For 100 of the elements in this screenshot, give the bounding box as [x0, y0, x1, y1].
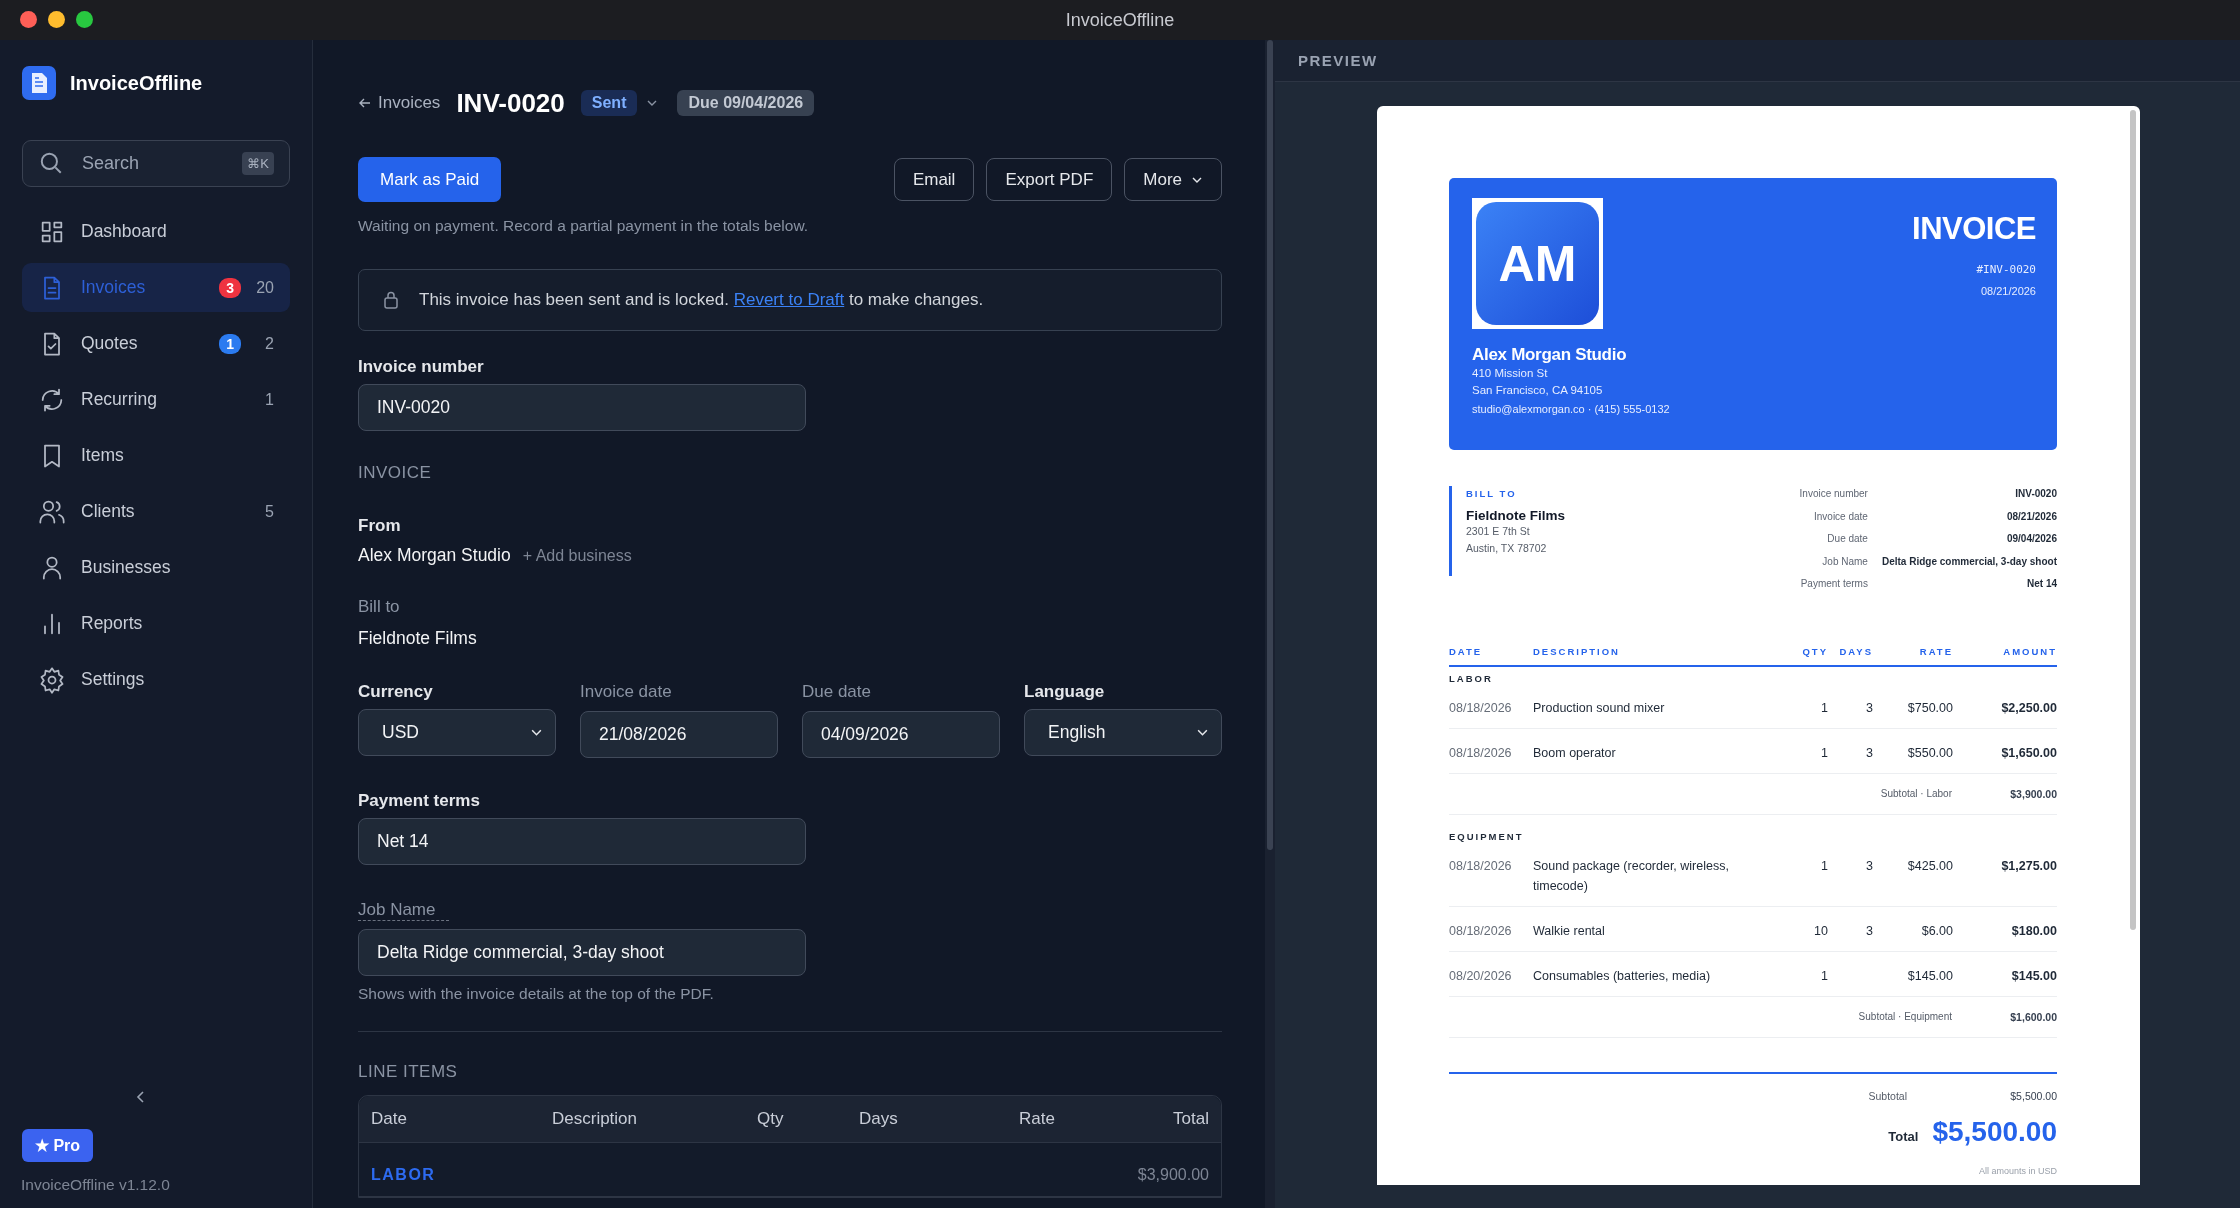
help-text: Shows with the invoice details at the top of the PDF. [358, 984, 715, 1004]
count-badge: 1 [219, 333, 241, 354]
field-label: Payment terms [358, 791, 480, 811]
document-title: INVOICE [1912, 211, 2036, 247]
pro-button[interactable]: ★ Pro [22, 1129, 94, 1162]
table-cell-text: 08/18/2026 [1449, 699, 1513, 717]
item-count: 2 [264, 334, 274, 353]
section-heading: LINE ITEMS [358, 1062, 459, 1082]
settings-icon [38, 665, 66, 694]
sidebar-item[interactable]: Businesses [22, 543, 290, 592]
address-line: Austin, TX 78702 [1466, 541, 1548, 556]
meta-value: Delta Ridge commercial, 3-day shoot [1881, 554, 2057, 569]
status-pill[interactable]: Sent [580, 90, 638, 116]
subtotal-value: $1,600.00 [2009, 1010, 2057, 1023]
table-cell: 1 [1821, 745, 1828, 760]
business-logo: AM [1472, 198, 1603, 329]
arrow-left-icon [358, 96, 372, 110]
sidebar-item[interactable]: Reports [22, 599, 290, 648]
revert-link[interactable]: Revert to Draft [733, 290, 845, 309]
subtotal-value: $5,500.00 [2009, 1089, 2057, 1102]
meta-label: Invoice date [1814, 509, 1868, 524]
meta-label: Invoice number [1799, 487, 1868, 501]
payment-terms-field[interactable]: Net 14 [358, 818, 806, 865]
invoice-title: INV-0020 [456, 87, 565, 119]
column-header: Rate [1019, 1109, 1056, 1129]
window-controls-drawing[interactable] [20, 11, 93, 28]
table-cell-text: 08/18/2026 [1449, 922, 1513, 940]
meta-value: Net 14 [2027, 577, 2057, 591]
table-cell: 3 [1866, 923, 1873, 938]
job-name-field[interactable]: Delta Ridge commercial, 3-day shoot [358, 929, 806, 976]
subtotal-value: $3,900.00 [2009, 787, 2057, 800]
column-header: Description [552, 1109, 639, 1129]
field-label: From [358, 516, 401, 536]
column-header: Total [1173, 1109, 1209, 1129]
sidebar-item[interactable]: Settings [22, 655, 290, 704]
mark-paid-button[interactable]: Mark as Paid [358, 157, 502, 202]
column-header: Date [371, 1109, 408, 1129]
table-cell-text: $2,250.00 [2000, 699, 2057, 717]
shortcut-key: ⌘K [242, 152, 274, 175]
invoice-number: #INV-0020 [1976, 263, 2036, 276]
scrollbar-thumb[interactable] [2130, 110, 2136, 930]
sidebar-item[interactable]: Clients 5 [22, 487, 290, 536]
table-cell-text: Sound package (recorder, wireless, timecode) [1533, 857, 1730, 895]
address-line: 2301 E 7th St [1466, 524, 1531, 539]
app-logo-icon [22, 66, 56, 100]
table-cell: 3 [1866, 745, 1873, 760]
lock-message: This invoice has been sent and is locked. Revert to Draft to make changes. [419, 290, 984, 310]
column-header: DATE [1449, 645, 1484, 657]
more-menu-button[interactable]: More [1124, 158, 1222, 201]
field-label: Language [1024, 682, 1105, 702]
table-cell-text: $180.00 [2010, 922, 2057, 940]
section-heading: INVOICE [358, 463, 433, 483]
sidebar-item[interactable]: Quotes 1 2 [22, 319, 290, 368]
back-link[interactable]: Invoices [358, 93, 441, 113]
select-field[interactable]: USD [358, 709, 556, 756]
column-header: AMOUNT [2002, 645, 2057, 657]
sidebar-item[interactable]: Items [22, 431, 290, 480]
meta-label: Due date [1827, 532, 1868, 546]
table-cell-text: 08/18/2026 [1449, 744, 1513, 762]
scrollbar-thumb[interactable] [1267, 40, 1273, 850]
select-field[interactable]: English [1024, 709, 1222, 756]
action-button[interactable]: Email [893, 158, 975, 201]
business-name: Alex Morgan Studio [1472, 345, 1628, 365]
table-cell-text: $550.00 [1906, 744, 1953, 762]
meta-value: 09/04/2026 [2006, 532, 2057, 546]
contact-line: studio@alexmorgan.co · (415) 555-0132 [1472, 403, 1670, 415]
date-field[interactable]: 04/09/2026 [802, 711, 1000, 758]
sidebar-item[interactable]: Invoices 3 20 [22, 263, 290, 312]
column-header: DESCRIPTION [1533, 645, 1621, 657]
action-button[interactable]: Export PDF [986, 158, 1113, 201]
item-count: 20 [256, 278, 274, 297]
table-cell-text: Boom operator [1533, 744, 1617, 762]
date-field[interactable]: 21/08/2026 [580, 711, 778, 758]
subtotal-label: Subtotal · Labor [1879, 787, 1953, 800]
table-cell-text: $1,275.00 [2000, 857, 2057, 875]
sidebar-item[interactable]: Dashboard [22, 207, 290, 256]
field-label: Currency [358, 682, 433, 702]
meta-label: Payment terms [1800, 577, 1868, 591]
count-badge: 3 [219, 277, 241, 298]
add-business-link[interactable]: + Add business [522, 547, 632, 565]
item-count: 5 [264, 502, 274, 521]
preview-label: PREVIEW [1298, 52, 1378, 69]
chevron-left-icon[interactable] [135, 1089, 147, 1105]
item-count: 1 [264, 390, 274, 409]
table-cell-text: $425.00 [1906, 857, 1953, 875]
table-cell: 3 [1866, 700, 1873, 715]
table-cell-text: 08/18/2026 [1449, 857, 1513, 875]
sidebar-item[interactable]: Recurring 1 [22, 375, 290, 424]
group-name: EQUIPMENT [1449, 830, 1525, 842]
lock-icon [383, 290, 399, 310]
bill-to-label: BILL TO [1466, 488, 1518, 499]
invoice-number-field[interactable]: INV-0020 [358, 384, 806, 431]
group-name: LABOR [1449, 672, 1494, 684]
table-cell: 1 [1821, 700, 1828, 715]
field-label: Bill to [358, 597, 400, 617]
table-cell-text: $750.00 [1906, 699, 1953, 717]
table-cell: 1 [1821, 858, 1828, 873]
due-date-pill: Due 09/04/2026 [677, 90, 815, 116]
app-name: InvoiceOffline [70, 71, 203, 95]
table-cell: 10 [1814, 923, 1828, 938]
